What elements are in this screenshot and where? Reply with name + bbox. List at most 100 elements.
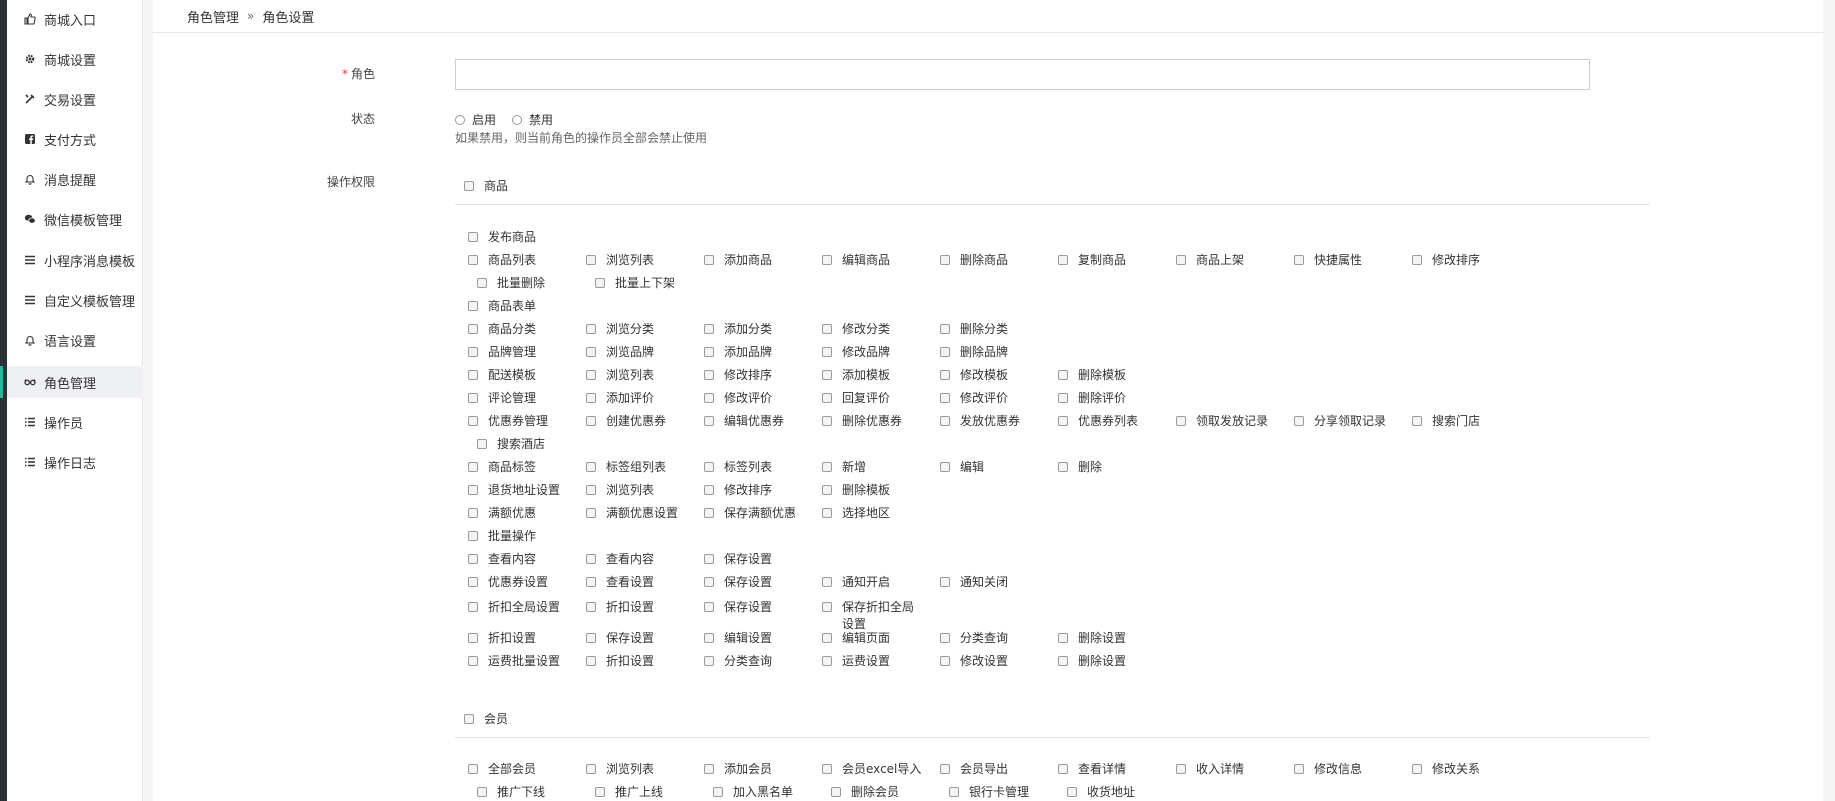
permission-checkbox[interactable]	[1058, 764, 1068, 774]
permission-checkbox[interactable]	[586, 485, 596, 495]
permission-checkbox-item[interactable]: 商品标签	[468, 459, 536, 476]
permission-checkbox-item[interactable]: 查看内容	[586, 551, 654, 568]
permission-checkbox[interactable]	[468, 416, 478, 426]
permission-checkbox[interactable]	[586, 255, 596, 265]
permission-checkbox[interactable]	[468, 633, 478, 643]
permission-checkbox-item[interactable]: 通知开启	[822, 574, 890, 591]
permission-checkbox-item[interactable]: 浏览品牌	[586, 344, 654, 361]
permission-checkbox-item[interactable]: 配送模板	[468, 367, 536, 384]
permission-checkbox-item[interactable]: 修改设置	[940, 653, 1008, 670]
permission-checkbox-item[interactable]: 保存设置	[704, 599, 772, 616]
permission-checkbox-item[interactable]: 批量删除	[477, 275, 545, 292]
permission-checkbox[interactable]	[468, 531, 478, 541]
permission-checkbox-item[interactable]: 浏览列表	[586, 761, 654, 778]
sidebar-item-language[interactable]: 语言设置	[7, 324, 143, 356]
permission-checkbox-item[interactable]: 添加模板	[822, 367, 890, 384]
sidebar-item-mall-entry[interactable]: 商城入口	[7, 3, 143, 35]
permission-checkbox[interactable]	[704, 462, 714, 472]
sidebar-item-notifications[interactable]: 消息提醒	[7, 163, 143, 195]
permission-checkbox-item[interactable]: 删除优惠券	[822, 413, 902, 430]
permission-checkbox-item[interactable]: 运费批量设置	[468, 653, 560, 670]
permission-checkbox[interactable]	[831, 787, 841, 797]
permission-checkbox[interactable]	[468, 462, 478, 472]
permission-checkbox[interactable]	[822, 656, 832, 666]
permission-checkbox-item[interactable]: 推广上线	[595, 784, 663, 801]
permission-checkbox-item[interactable]: 创建优惠券	[586, 413, 666, 430]
group-checkbox[interactable]	[464, 180, 474, 191]
permission-checkbox-item[interactable]: 复制商品	[1058, 252, 1126, 269]
permission-checkbox[interactable]	[704, 633, 714, 643]
permission-checkbox-item[interactable]: 保存设置	[704, 574, 772, 591]
permission-checkbox[interactable]	[468, 485, 478, 495]
permission-checkbox[interactable]	[586, 508, 596, 518]
permission-checkbox[interactable]	[940, 633, 950, 643]
permission-checkbox-item[interactable]: 修改排序	[1412, 252, 1480, 269]
permission-checkbox[interactable]	[468, 656, 478, 666]
permission-checkbox[interactable]	[822, 602, 832, 612]
permission-checkbox-item[interactable]: 修改模板	[940, 367, 1008, 384]
permission-checkbox[interactable]	[822, 416, 832, 426]
permission-checkbox[interactable]	[704, 347, 714, 357]
status-disable-label[interactable]: 禁用	[529, 111, 553, 128]
permission-checkbox[interactable]	[713, 787, 723, 797]
permission-checkbox[interactable]	[1058, 255, 1068, 265]
permission-checkbox-item[interactable]: 删除	[1058, 459, 1102, 476]
permission-checkbox[interactable]	[1176, 416, 1186, 426]
permission-checkbox-item[interactable]: 商品上架	[1176, 252, 1244, 269]
permission-checkbox-item[interactable]: 品牌管理	[468, 344, 536, 361]
permission-checkbox-item[interactable]: 搜索门店	[1412, 413, 1480, 430]
sidebar-item-payment[interactable]: 支付方式	[7, 123, 143, 155]
permission-checkbox-item[interactable]: 编辑优惠券	[704, 413, 784, 430]
breadcrumb-parent-link[interactable]: 角色管理	[187, 7, 239, 26]
permission-checkbox[interactable]	[822, 324, 832, 334]
permission-checkbox[interactable]	[1067, 787, 1077, 797]
permission-checkbox[interactable]	[468, 232, 478, 242]
permission-checkbox[interactable]	[1412, 764, 1422, 774]
permission-checkbox-item[interactable]: 删除设置	[1058, 653, 1126, 670]
permission-checkbox-item[interactable]: 编辑	[940, 459, 984, 476]
permission-checkbox[interactable]	[822, 764, 832, 774]
permission-checkbox[interactable]	[822, 462, 832, 472]
permission-checkbox[interactable]	[822, 485, 832, 495]
permission-checkbox[interactable]	[1058, 462, 1068, 472]
permission-checkbox-item[interactable]: 折扣全局设置	[468, 599, 560, 616]
permission-checkbox-item[interactable]: 批量上下架	[595, 275, 675, 292]
permission-checkbox-item[interactable]: 删除分类	[940, 321, 1008, 338]
permission-checkbox-item[interactable]: 浏览列表	[586, 482, 654, 499]
permission-checkbox-item[interactable]: 删除模板	[822, 482, 890, 499]
permission-checkbox-item[interactable]: 运费设置	[822, 653, 890, 670]
permission-checkbox-item[interactable]: 标签组列表	[586, 459, 666, 476]
permission-checkbox[interactable]	[940, 347, 950, 357]
permission-checkbox[interactable]	[1294, 255, 1304, 265]
permission-checkbox[interactable]	[940, 577, 950, 587]
permission-checkbox[interactable]	[468, 554, 478, 564]
status-enable-label[interactable]: 启用	[472, 111, 496, 128]
permission-checkbox[interactable]	[704, 324, 714, 334]
permission-checkbox-item[interactable]: 删除商品	[940, 252, 1008, 269]
permission-checkbox-item[interactable]: 修改品牌	[822, 344, 890, 361]
permission-checkbox[interactable]	[704, 764, 714, 774]
permission-checkbox-item[interactable]: 保存折扣全局设置	[822, 599, 924, 633]
permission-checkbox-item[interactable]: 修改关系	[1412, 761, 1480, 778]
permission-checkbox[interactable]	[586, 393, 596, 403]
permission-checkbox-item[interactable]: 保存满额优惠	[704, 505, 796, 522]
sidebar-item-operation-log[interactable]: 操作日志	[7, 446, 143, 478]
permission-checkbox[interactable]	[586, 577, 596, 587]
permission-checkbox-item[interactable]: 查看设置	[586, 574, 654, 591]
permission-checkbox-item[interactable]: 商品列表	[468, 252, 536, 269]
permission-checkbox[interactable]	[822, 370, 832, 380]
permission-checkbox[interactable]	[822, 255, 832, 265]
permission-checkbox-item[interactable]: 快捷属性	[1294, 252, 1362, 269]
sidebar-item-custom-template[interactable]: 自定义模板管理	[7, 284, 143, 316]
permission-checkbox-item[interactable]: 分类查询	[704, 653, 772, 670]
permission-checkbox[interactable]	[704, 602, 714, 612]
permission-checkbox-item[interactable]: 折扣设置	[586, 599, 654, 616]
permission-checkbox[interactable]	[468, 370, 478, 380]
permission-checkbox-item[interactable]: 删除品牌	[940, 344, 1008, 361]
permission-checkbox-item[interactable]: 推广下线	[477, 784, 545, 801]
permission-checkbox-item[interactable]: 修改评价	[704, 390, 772, 407]
sidebar-item-mall-settings[interactable]: 商城设置	[7, 43, 143, 75]
group-checkbox[interactable]	[464, 713, 474, 724]
permission-checkbox-item[interactable]: 会员导出	[940, 761, 1008, 778]
permission-checkbox[interactable]	[704, 485, 714, 495]
